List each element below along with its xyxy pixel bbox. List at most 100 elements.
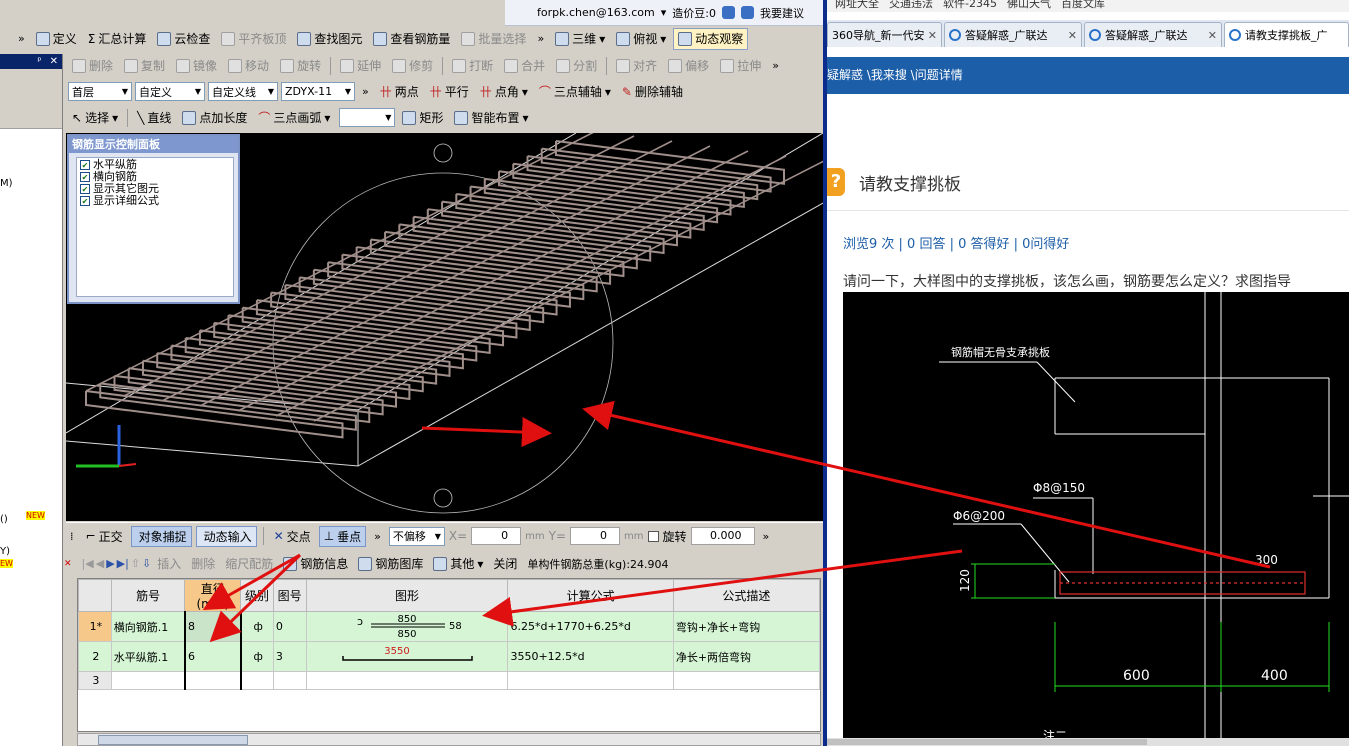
object-snap-toggle[interactable]: 对象捕捉 bbox=[130, 525, 192, 547]
table-row[interactable]: 1* 横向钢筋.1 8 ф 0 ↄ 850 850 58 6.25*d+1770… bbox=[78, 611, 820, 642]
bookmark-item[interactable]: 软件-2345 bbox=[943, 0, 997, 12]
cell-figure[interactable]: 3 bbox=[272, 641, 307, 672]
rotate-button[interactable]: 旋转 bbox=[276, 55, 325, 77]
view-rebar-button[interactable]: 查看钢筋量 bbox=[369, 28, 454, 50]
cell-diameter[interactable]: 8 bbox=[183, 611, 242, 642]
cell-shape[interactable]: 3550 bbox=[305, 641, 509, 672]
batch-select-button[interactable]: 批量选择 bbox=[457, 28, 530, 50]
toolbar-overflow-icon[interactable]: » bbox=[759, 530, 774, 543]
offset-mode-select[interactable]: 不偏移 ▼ bbox=[388, 526, 445, 546]
bookmark-item[interactable]: 交通违法 bbox=[889, 0, 933, 12]
break-button[interactable]: 打断 bbox=[448, 55, 497, 77]
dynamic-view-button[interactable]: 动态观察 bbox=[673, 27, 749, 50]
toolbar-overflow-icon[interactable]: » bbox=[358, 85, 373, 98]
rotate-checkbox[interactable] bbox=[647, 530, 659, 542]
split-button[interactable]: 分割 bbox=[552, 55, 601, 77]
next-icon[interactable]: ▶ bbox=[106, 557, 114, 570]
close-icon[interactable]: ✕ bbox=[928, 29, 937, 42]
cell-name[interactable] bbox=[110, 671, 186, 690]
flush-top-button[interactable]: 平齐板顶 bbox=[217, 28, 290, 50]
element-select[interactable]: ZDYX-11 ▼ bbox=[281, 82, 355, 101]
smart-layout-button[interactable]: 智能布置 ▾ bbox=[450, 107, 532, 129]
bookmark-item[interactable]: 佛山天气 bbox=[1007, 0, 1051, 12]
align-button[interactable]: 对齐 bbox=[612, 55, 661, 77]
three-d-button[interactable]: 三维 ▾ bbox=[551, 28, 609, 50]
checkbox-checked-icon[interactable]: ✔ bbox=[80, 160, 90, 170]
toolbar-overflow-icon[interactable]: » bbox=[768, 59, 783, 72]
close-grid-button[interactable]: 关闭 bbox=[489, 553, 521, 575]
col-header-diameter[interactable]: 直径(mm) bbox=[184, 579, 242, 612]
dynamic-input-toggle[interactable]: 动态输入 bbox=[195, 525, 257, 547]
col-header-grade[interactable]: 级别 bbox=[240, 579, 274, 612]
perpendicular-toggle[interactable]: ⊥ 垂点 bbox=[318, 525, 367, 547]
add-length-button[interactable]: 点加长度 bbox=[178, 107, 251, 129]
browser-hscrollbar[interactable] bbox=[827, 738, 1349, 746]
cell-desc[interactable]: 净长+两倍弯钩 bbox=[672, 641, 820, 672]
cell-grade[interactable] bbox=[240, 671, 274, 690]
col-header-name[interactable]: 筋号 bbox=[110, 579, 186, 612]
stretch-button[interactable]: 拉伸 bbox=[716, 55, 765, 77]
close-icon[interactable]: ✕ bbox=[64, 559, 72, 569]
col-header-figure[interactable]: 图号 bbox=[272, 579, 307, 612]
row-index[interactable]: 3 bbox=[78, 671, 112, 690]
table-hscrollbar[interactable] bbox=[77, 733, 821, 746]
cell-grade[interactable]: ф bbox=[240, 641, 274, 672]
rect-button[interactable]: 矩形 bbox=[398, 107, 447, 129]
cell-figure[interactable] bbox=[272, 671, 307, 690]
delete-axis-button[interactable]: ✎ 删除辅轴 bbox=[618, 81, 687, 103]
close-icon[interactable]: ✕ bbox=[1208, 29, 1217, 42]
nav-item-text[interactable]: Y) bbox=[0, 546, 10, 557]
type-select[interactable]: 自定义 ▼ bbox=[135, 82, 205, 101]
chevron-down-icon[interactable]: ▾ bbox=[661, 6, 667, 19]
move-button[interactable]: 移动 bbox=[224, 55, 273, 77]
scroll-thumb[interactable] bbox=[98, 735, 248, 745]
notify-icon[interactable] bbox=[721, 6, 735, 19]
option-show-formula[interactable]: ✔ 显示详细公式 bbox=[80, 195, 230, 207]
tab-question-active[interactable]: 请教支撑挑板_广 bbox=[1224, 22, 1349, 47]
trim-button[interactable]: 修剪 bbox=[388, 55, 437, 77]
find-element-button[interactable]: 查找图元 bbox=[293, 28, 366, 50]
first-icon[interactable]: |◀ bbox=[82, 557, 94, 570]
category-select[interactable]: 自定义线 ▼ bbox=[208, 82, 278, 101]
point-angle-button[interactable]: 卄点角 ▾ bbox=[476, 81, 532, 103]
x-input[interactable]: 0 bbox=[471, 527, 522, 545]
intersection-toggle[interactable]: ✕ 交点 bbox=[270, 525, 315, 547]
row-index[interactable]: 2 bbox=[78, 641, 112, 672]
top-view-button[interactable]: 俯视 ▾ bbox=[612, 28, 670, 50]
cloud-check-button[interactable]: 云检查 bbox=[153, 28, 214, 50]
breadcrumb-text[interactable]: 疑解惑 \我来搜 \问题详情 bbox=[827, 68, 963, 82]
delete-button[interactable]: 删除 bbox=[68, 55, 117, 77]
parallel-button[interactable]: 卄平行 bbox=[426, 81, 473, 103]
row-index[interactable]: 1* bbox=[78, 611, 112, 642]
three-point-axis-button[interactable]: ⌒ 三点辅轴 ▾ bbox=[535, 81, 615, 103]
cell-desc[interactable]: 弯钩+净长+弯钩 bbox=[672, 611, 820, 642]
line-button[interactable]: ╲ 直线 bbox=[133, 107, 175, 129]
floor-select[interactable]: 首层 ▼ bbox=[68, 82, 132, 101]
arc-button[interactable]: ⌒ 三点画弧 ▾ bbox=[254, 107, 334, 129]
define-button[interactable]: 定义 bbox=[32, 28, 81, 50]
table-row[interactable]: 3 bbox=[78, 671, 820, 690]
col-header-shape[interactable]: 图形 bbox=[305, 579, 509, 612]
user-email[interactable]: forpk.chen@163.com bbox=[537, 6, 655, 19]
tab-answer-2[interactable]: 答疑解惑_广联达 ✕ bbox=[1084, 22, 1222, 47]
tab-answer-1[interactable]: 答疑解惑_广联达 ✕ bbox=[944, 22, 1082, 47]
calc-button[interactable]: Σ 汇总计算 bbox=[84, 28, 151, 50]
checkbox-checked-icon[interactable]: ✔ bbox=[80, 172, 90, 182]
cell-name[interactable]: 水平纵筋.1 bbox=[110, 641, 186, 672]
scale-rebar-button[interactable]: 缩尺配筋 bbox=[221, 553, 277, 575]
extend-button[interactable]: 延伸 bbox=[336, 55, 385, 77]
nav-item-text[interactable]: () bbox=[0, 514, 8, 525]
nav-item-text[interactable]: M) bbox=[0, 178, 13, 189]
scroll-thumb[interactable] bbox=[827, 739, 1147, 745]
toolbar-overflow-icon-2[interactable]: » bbox=[533, 32, 548, 45]
other-menu-button[interactable]: 其他 ▾ bbox=[429, 553, 487, 575]
arrow-up-icon[interactable]: ⇧ bbox=[131, 557, 140, 570]
toolbar-overflow-icon[interactable]: » bbox=[370, 530, 385, 543]
cell-shape[interactable]: ↄ 850 850 58 bbox=[305, 611, 509, 642]
last-icon[interactable]: ▶| bbox=[117, 557, 129, 570]
close-icon[interactable]: ✕ bbox=[50, 56, 58, 67]
offset-button[interactable]: 偏移 bbox=[664, 55, 713, 77]
col-header-desc[interactable]: 公式描述 bbox=[672, 579, 820, 612]
arc-mode-select[interactable]: ▼ bbox=[339, 108, 396, 127]
rotate-input[interactable]: 0.000 bbox=[690, 527, 755, 545]
